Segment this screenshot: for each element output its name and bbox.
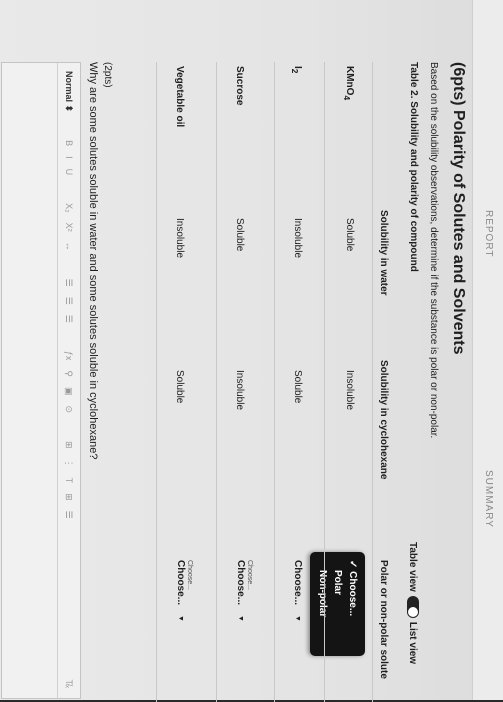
row-name-sucrose: Sucrose	[234, 66, 245, 106]
bold-icon[interactable]: B	[64, 140, 74, 146]
instructions-text: Based on the solubility observations, de…	[428, 62, 439, 439]
polarity-select-i2[interactable]: Choose... ▼	[292, 560, 303, 622]
row-name-vegetable-oil: Vegetable oil	[174, 66, 185, 128]
arrow-icon[interactable]: ↔	[64, 242, 74, 251]
editor-toolbar: Normal ⬍ B I U X₂ X² ↔ ☰ ☰ ☰ ƒx ⚲ ▣ ⊙ ⊞	[57, 63, 80, 698]
select-hint: Choose...	[186, 560, 193, 590]
row-sucrose-water: Soluble	[234, 218, 245, 252]
dropdown-option-nonpolar[interactable]: Non-polar	[315, 560, 330, 648]
row-divider	[274, 62, 275, 702]
align-right-icon[interactable]: ☰	[64, 315, 75, 323]
answer-editor: Normal ⬍ B I U X₂ X² ↔ ☰ ☰ ☰ ƒx ⚲ ▣ ⊙ ⊞	[1, 62, 81, 699]
table-view-label: Table view	[407, 542, 419, 592]
row-oil-cyclohexane: Soluble	[174, 370, 185, 404]
row-name-i2: I2	[290, 66, 303, 74]
text-format-icon[interactable]: T	[64, 478, 74, 484]
polarity-dropdown-open[interactable]: ✓ Choose... Polar Non-polar	[310, 552, 365, 656]
view-toggle[interactable]: Table view List view	[407, 542, 419, 664]
polarity-select-vegetable-oil[interactable]: Choose... Choose... ▼	[175, 560, 193, 622]
chevron-down-icon: ▼	[177, 615, 184, 622]
media-icon[interactable]: ⊙	[64, 405, 75, 413]
row-sucrose-cyclohexane: Insoluble	[234, 370, 245, 411]
chevron-down-icon: ▼	[294, 615, 301, 622]
question-points: (2pts)	[102, 62, 113, 88]
select-label: Choose...	[235, 560, 246, 606]
chevron-down-icon: ▼	[237, 615, 244, 622]
tab-bar: REPORT SUMMARY	[472, 0, 503, 700]
question-text: Why are some solutes soluble in water an…	[87, 62, 99, 460]
table-caption: Table 2. Solubility and polarity of comp…	[408, 62, 419, 272]
answer-textarea[interactable]	[2, 63, 57, 698]
list-view-label: List view	[407, 621, 419, 665]
dropdown-option-choose[interactable]: ✓ Choose...	[345, 560, 360, 648]
polarity-select-sucrose[interactable]: Choose... Choose... ▼	[235, 560, 253, 622]
header-polarity: Polar or non-polar solute	[378, 560, 389, 679]
row-i2-cyclohexane: Soluble	[292, 370, 303, 404]
dropdown-option-polar[interactable]: Polar	[330, 560, 345, 648]
toggle-switch[interactable]	[407, 595, 419, 618]
updown-icon: ⬍	[64, 104, 75, 113]
more-icon[interactable]: ⋮	[64, 459, 75, 468]
link-icon[interactable]: ⚲	[64, 370, 75, 377]
header-cyclohexane: Solubility in cyclohexane	[378, 360, 389, 480]
subscript-icon[interactable]: X₂	[64, 203, 74, 213]
select-label: Choose...	[292, 560, 303, 606]
underline-icon[interactable]: U	[64, 169, 74, 176]
select-hint: Choose...	[246, 560, 253, 590]
image-icon[interactable]: ▣	[64, 387, 75, 396]
list-icon[interactable]: ☰	[64, 511, 75, 519]
table-icon[interactable]: ⊞	[64, 441, 75, 449]
clear-format-icon[interactable]: T̸ₓ	[64, 680, 74, 688]
row-kmno4-water: Soluble	[344, 218, 355, 252]
tab-report[interactable]: REPORT	[483, 210, 494, 258]
row-name-kmno4: KMnO4	[342, 66, 355, 101]
toggle-knob	[408, 606, 418, 617]
rotated-page: REPORT SUMMARY (6pts) Polarity of Solute…	[0, 0, 503, 702]
row-i2-water: Insoluble	[292, 218, 303, 259]
select-label: Choose...	[175, 560, 186, 606]
formula-icon[interactable]: ƒx	[64, 351, 74, 361]
row-divider	[324, 62, 325, 702]
align-left-icon[interactable]: ☰	[64, 279, 75, 287]
row-oil-water: Insoluble	[174, 218, 185, 259]
row-kmno4-cyclohexane: Insoluble	[344, 370, 355, 411]
table-header-divider	[372, 62, 373, 702]
row-divider	[156, 62, 157, 702]
page-title: (6pts) Polarity of Solutes and Solvents	[450, 62, 467, 355]
tab-summary[interactable]: SUMMARY	[483, 470, 494, 528]
photo-background: REPORT SUMMARY (6pts) Polarity of Solute…	[0, 0, 503, 702]
align-center-icon[interactable]: ☰	[64, 297, 75, 305]
grid-icon[interactable]: ⊞	[64, 493, 75, 501]
italic-icon[interactable]: I	[64, 156, 74, 159]
row-divider	[216, 62, 217, 702]
header-water: Solubility in water	[378, 210, 389, 296]
paragraph-style-select[interactable]: Normal ⬍	[64, 71, 75, 112]
superscript-icon[interactable]: X²	[64, 223, 74, 232]
